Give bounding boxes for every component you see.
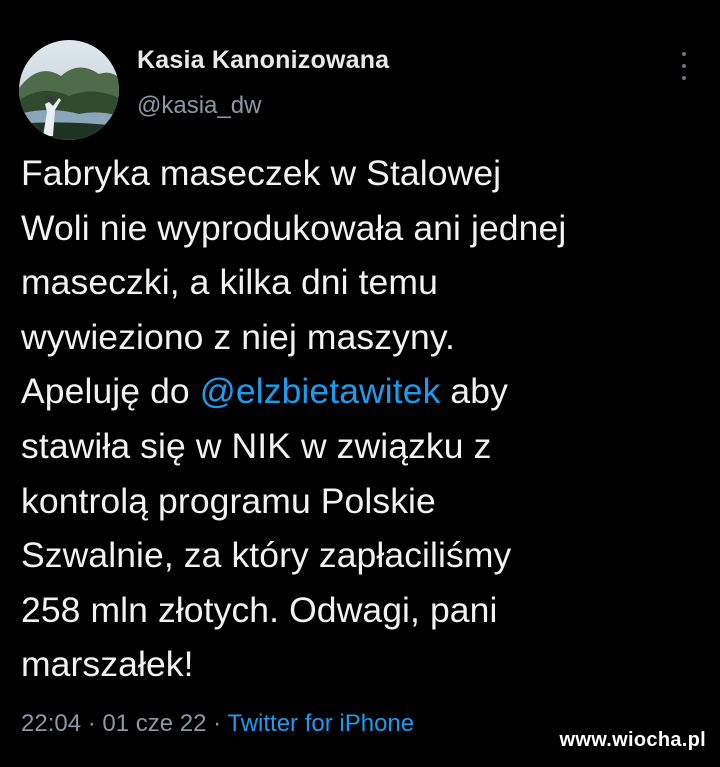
tweet-line-text: wywieziono z niej maszyny. xyxy=(21,316,456,357)
tweet-line-text: Fabryka maseczek w Stalowej xyxy=(21,153,502,193)
site-watermark: www.wiocha.pl xyxy=(559,729,706,751)
tweet-time[interactable]: 22:04 xyxy=(21,710,81,737)
tweet-line: Szwalnie, za który zapłaciliśmy xyxy=(21,528,711,583)
tweet-metadata: 22:04 · 01 cze 22 · Twitter for iPhone xyxy=(21,710,414,738)
meta-separator: · xyxy=(81,710,103,737)
tweet-line-text: Apeluję do xyxy=(21,371,200,412)
tweet-line: 258 mln złotych. Odwagi, pani xyxy=(21,583,711,638)
meta-separator: · xyxy=(206,710,228,737)
more-dot xyxy=(682,52,686,56)
tweet-text: Fabryka maseczek w Stalowej Woli nie wyp… xyxy=(21,146,711,692)
tweet-line: stawiła się w NIK w związku z xyxy=(21,419,711,474)
tweet-line-text: marszałek! xyxy=(21,644,194,685)
more-options-icon[interactable] xyxy=(674,52,694,80)
tweet-line-text: Woli nie wyprodukowała ani jednej xyxy=(21,207,567,248)
more-dot xyxy=(682,76,686,80)
tweet-line: kontrolą programu Polskie xyxy=(21,474,711,529)
mention-link[interactable]: @elzbietawitek xyxy=(200,371,441,411)
landscape-avatar-icon xyxy=(19,40,119,140)
author-display-name[interactable]: Kasia Kanonizowana xyxy=(137,46,389,75)
tweet-line-text: aby xyxy=(440,371,508,412)
tweet-line-text: kontrolą programu Polskie xyxy=(21,480,436,521)
tweet-line: Fabryka maseczek w Stalowej xyxy=(21,146,711,201)
tweet-line: Apeluję do @elzbietawitek aby xyxy=(21,364,711,419)
tweet-line: maseczki, a kilka dni temu xyxy=(21,255,711,310)
tweet-line-text: maseczki, a kilka dni temu xyxy=(21,262,438,303)
tweet-line: Woli nie wyprodukowała ani jednej xyxy=(21,201,711,256)
tweet-source-link[interactable]: Twitter for iPhone xyxy=(227,710,414,737)
tweet-date[interactable]: 01 cze 22 xyxy=(102,710,206,737)
tweet-card: Kasia Kanonizowana @kasia_dw Fabryka mas… xyxy=(0,0,720,767)
author-handle[interactable]: @kasia_dw xyxy=(137,92,261,120)
tweet-line-text: Szwalnie, za który zapłaciliśmy xyxy=(21,535,512,576)
tweet-line: wywieziono z niej maszyny. xyxy=(21,310,711,365)
tweet-line: marszałek! xyxy=(21,637,711,692)
tweet-line-text: stawiła się w NIK w związku z xyxy=(21,425,492,466)
tweet-line-text: 258 mln złotych. Odwagi, pani xyxy=(21,589,498,630)
author-avatar[interactable] xyxy=(19,40,119,140)
more-dot xyxy=(682,64,686,68)
